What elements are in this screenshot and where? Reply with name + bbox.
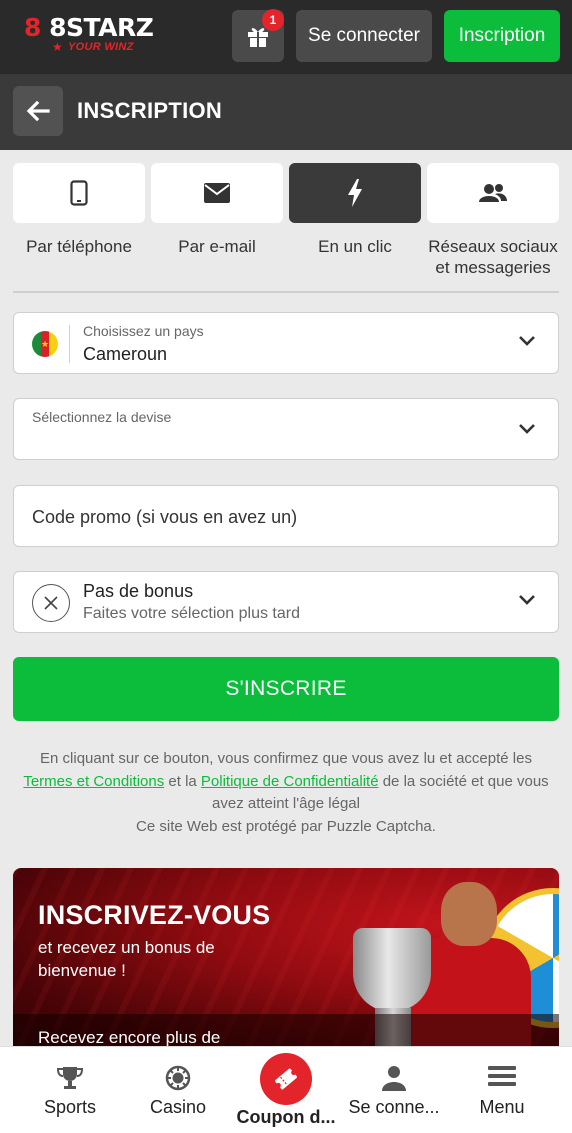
top-bar: 8 8STARZ ★ YOUR WINZ 1 Se connecter Insc… (0, 0, 572, 74)
captcha-notice: Ce site Web est protégé par Puzzle Captc… (136, 817, 436, 835)
country-select[interactable]: ★ Choisissez un pays Cameroun (13, 312, 559, 374)
menu-icon (488, 1066, 516, 1086)
nav-sports[interactable]: Sports (13, 1047, 127, 1133)
chevron-down-icon (519, 424, 535, 434)
tab-social[interactable] (427, 163, 559, 223)
page-title: INSCRIPTION (77, 98, 223, 123)
terms-and: et la (168, 772, 197, 790)
cameroon-flag-icon: ★ (32, 331, 58, 357)
login-button[interactable]: Se connecter (296, 10, 432, 62)
envelope-icon (204, 183, 230, 203)
submit-button[interactable]: S'INSCRIRE (13, 657, 559, 721)
gift-count-badge: 1 (262, 9, 284, 31)
nav-login[interactable]: Se conne... (337, 1047, 451, 1133)
nav-login-label: Se conne... (348, 1097, 440, 1117)
chevron-down-icon (519, 336, 535, 346)
nav-menu[interactable]: Menu (445, 1047, 559, 1133)
privacy-link[interactable]: Politique de Confidentialité (201, 773, 379, 790)
ticket-icon (275, 1068, 297, 1090)
bonus-subtitle: Faites votre sélection plus tard (83, 605, 300, 622)
coupon-button[interactable] (260, 1053, 312, 1105)
brand-logo[interactable]: 8 8STARZ ★ YOUR WINZ (24, 14, 154, 58)
tab-social-label: Réseaux sociaux et messageries (428, 237, 558, 277)
users-icon (479, 184, 507, 202)
terms-text: En cliquant sur ce bouton, vous confirme… (20, 748, 552, 838)
lightning-icon (348, 179, 362, 207)
back-button[interactable] (13, 86, 63, 136)
currency-label: Sélectionnez la devise (32, 409, 172, 425)
no-bonus-icon (32, 584, 70, 622)
nav-sports-label: Sports (43, 1097, 97, 1117)
phone-icon (70, 180, 88, 206)
currency-select[interactable]: Sélectionnez la devise (13, 398, 559, 460)
promo-code-input[interactable]: Code promo (si vous en avez un) (13, 485, 559, 547)
tab-phone[interactable] (13, 163, 145, 223)
banner-subtitle: et recevez un bonus de bienvenue ! (38, 938, 215, 980)
tab-email-label: Par e-mail (178, 237, 256, 256)
country-label: Choisissez un pays (83, 323, 204, 339)
logo-star-icon: ★ (52, 40, 63, 54)
field-separator (69, 325, 70, 363)
logo-tagline: YOUR WINZ (68, 41, 134, 53)
terms-intro: En cliquant sur ce bouton, vous confirme… (40, 750, 532, 767)
register-button[interactable]: Inscription (444, 10, 560, 62)
nav-menu-label: Menu (479, 1097, 525, 1117)
promo-placeholder: Code promo (si vous en avez un) (32, 507, 298, 527)
tab-email[interactable] (151, 163, 283, 223)
trophy-image (353, 928, 431, 1012)
country-value: Cameroun (83, 344, 168, 364)
banner-more-text: Recevez encore plus de (38, 1028, 221, 1047)
arrow-left-icon (26, 101, 50, 121)
nav-coupon-label: Coupon d... (236, 1107, 336, 1127)
trophy-icon (57, 1067, 83, 1089)
bonus-select[interactable]: Pas de bonus Faites votre sélection plus… (13, 571, 559, 633)
nav-casino-label: Casino (149, 1097, 207, 1117)
logo-text: 8 8STARZ (24, 13, 154, 42)
player-head-image (441, 882, 497, 946)
tab-one-click[interactable] (289, 163, 421, 223)
banner-title: INSCRIVEZ-VOUS (38, 900, 271, 930)
tab-one-click-label: En un clic (318, 237, 392, 256)
title-bar: INSCRIPTION (0, 74, 572, 150)
user-icon (382, 1066, 406, 1091)
terms-link[interactable]: Termes et Conditions (23, 773, 164, 790)
nav-casino[interactable]: Casino (121, 1047, 235, 1133)
chevron-down-icon (519, 595, 535, 605)
promo-banner[interactable]: INSCRIVEZ-VOUS et recevez un bonus de bi… (13, 868, 559, 1058)
bonus-title: Pas de bonus (83, 581, 194, 601)
tab-phone-label: Par téléphone (26, 237, 132, 256)
casino-chip-icon (165, 1065, 191, 1091)
divider (13, 291, 559, 293)
